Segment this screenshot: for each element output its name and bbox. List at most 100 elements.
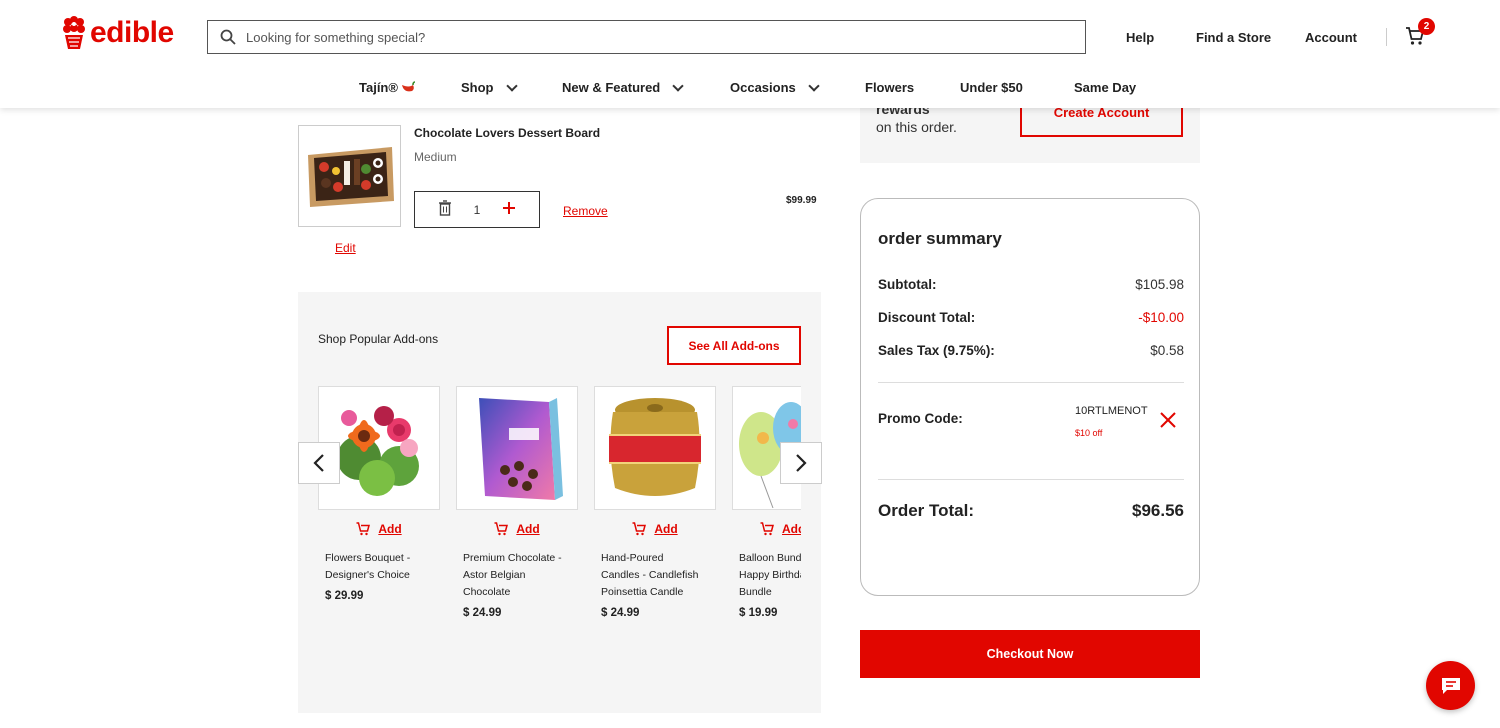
nav-item-occasions[interactable]: Occasions (730, 79, 820, 95)
product-thumbnail[interactable] (298, 125, 401, 227)
account-link[interactable]: Account (1305, 30, 1357, 45)
close-icon (1160, 412, 1176, 428)
cart-add-icon (760, 522, 774, 536)
tax-row: Sales Tax (9.75%): $0.58 (878, 343, 1184, 358)
tax-value: $0.58 (1150, 343, 1184, 358)
addon-card: Add Premium Chocolate - Astor Belgian Ch… (456, 386, 578, 619)
subtotal-label: Subtotal: (878, 277, 937, 292)
order-summary-title: order summary (878, 229, 1002, 248)
addons-section: Shop Popular Add-ons See All Add-ons Add… (298, 292, 821, 713)
nav-label-shop: Shop (461, 80, 494, 95)
chevron-down-icon (808, 79, 820, 92)
increase-quantity-button[interactable] (502, 201, 516, 218)
quantity-value: 1 (473, 202, 481, 217)
chevron-right-icon (796, 454, 807, 472)
nav-label-flowers: Flowers (865, 80, 915, 95)
order-total-row: Order Total: $96.56 (878, 501, 1184, 521)
promo-discount-note: $10 off (1075, 428, 1103, 438)
add-label: Add (516, 522, 540, 536)
discount-label: Discount Total: (878, 310, 976, 325)
addons-title: Shop Popular Add-ons (318, 332, 439, 346)
main-nav: Tajín® Shop New & Featured Occasions Flo… (0, 79, 1500, 98)
nav-item-new-featured[interactable]: New & Featured (562, 79, 684, 95)
order-total-value: $96.56 (1132, 501, 1184, 520)
addon-name: Flowers Bouquet - Designer's Choice (325, 552, 411, 581)
pineapple-logo-icon (63, 16, 85, 49)
edit-item-link[interactable]: Edit (335, 241, 356, 255)
addon-price: $ 19.99 (739, 607, 778, 619)
addon-price: $ 29.99 (325, 590, 364, 602)
nav-label-tajin: Tajín® (359, 80, 398, 95)
add-to-cart-link[interactable]: Add (318, 522, 440, 536)
add-label: Add (378, 522, 402, 536)
addon-image[interactable] (456, 386, 578, 510)
remove-promo-button[interactable] (1159, 411, 1177, 432)
add-label: Add (654, 522, 678, 536)
addon-price: $ 24.99 (601, 607, 640, 619)
trash-icon (438, 200, 451, 216)
delete-item-button[interactable] (438, 200, 452, 219)
add-label: Add (782, 522, 801, 536)
item-price: $99.99 (786, 195, 817, 206)
add-to-cart-link[interactable]: Add (594, 522, 716, 536)
chat-button[interactable] (1426, 661, 1475, 710)
header-divider (1386, 28, 1387, 46)
help-link[interactable]: Help (1126, 30, 1154, 45)
promo-code-label: Promo Code: (878, 411, 963, 426)
quantity-stepper: 1 (414, 191, 540, 228)
addon-price: $ 24.99 (463, 607, 502, 619)
plus-icon (503, 202, 516, 214)
find-store-link[interactable]: Find a Store (1196, 30, 1271, 45)
search-icon (220, 29, 236, 45)
search-input[interactable] (246, 29, 1085, 45)
nav-item-flowers[interactable]: Flowers (865, 80, 914, 95)
site-header: edible Help Find a Store Account 2 Tajín… (0, 0, 1500, 108)
cart-add-icon (356, 522, 371, 536)
subtotal-row: Subtotal: $105.98 (878, 277, 1184, 292)
addon-name: Hand-Poured Candles - Candlefish Poinset… (601, 552, 699, 598)
addon-card: Add Hand-Poured Candles - Candlefish Poi… (594, 386, 716, 619)
nav-label-occasions: Occasions (730, 80, 796, 95)
addon-image[interactable] (594, 386, 716, 510)
checkout-button[interactable]: Checkout Now (860, 630, 1200, 678)
product-size: Medium (414, 150, 457, 164)
edible-logo[interactable]: edible (62, 16, 174, 50)
nav-item-shop[interactable]: Shop (461, 79, 518, 95)
tax-label: Sales Tax (9.75%): (878, 343, 995, 358)
addon-card: Add Balloon Bundle - Happy Birthday Bund… (732, 386, 801, 619)
addon-name: Balloon Bundle - Happy Birthday Bundle (739, 552, 801, 598)
see-all-addons-button[interactable]: See All Add-ons (667, 326, 801, 365)
nav-label-under-50: Under $50 (960, 80, 1023, 95)
carousel-prev-button[interactable] (298, 442, 340, 484)
summary-divider (878, 479, 1184, 480)
chevron-down-icon (672, 79, 684, 92)
chili-pepper-icon (401, 80, 416, 91)
nav-item-tajin[interactable]: Tajín® (359, 80, 416, 95)
discount-value: -$10.00 (1138, 310, 1184, 325)
order-summary-panel: order summary Subtotal: $105.98 Discount… (860, 198, 1200, 596)
subtotal-value: $105.98 (1135, 277, 1184, 292)
product-name[interactable]: Chocolate Lovers Dessert Board (414, 126, 600, 140)
chocolate-box-image (457, 388, 577, 508)
chevron-down-icon (505, 79, 518, 92)
rewards-line-2: on this order. (876, 119, 957, 135)
chevron-left-icon (313, 454, 324, 472)
discount-row: Discount Total: -$10.00 (878, 310, 1184, 325)
addons-carousel: Add Flowers Bouquet - Designer's Choice … (318, 386, 801, 706)
add-to-cart-link[interactable]: Add (456, 522, 578, 536)
candle-jar-image (595, 388, 715, 508)
order-total-label: Order Total: (878, 501, 975, 520)
cart-add-icon (632, 522, 647, 536)
nav-item-same-day[interactable]: Same Day (1074, 80, 1136, 95)
summary-divider (878, 382, 1184, 383)
logo-text: edible (90, 16, 174, 49)
add-to-cart-link[interactable]: Add (732, 522, 801, 536)
search-bar[interactable] (207, 20, 1086, 54)
chat-icon (1441, 677, 1460, 694)
nav-item-under-50[interactable]: Under $50 (960, 80, 1023, 95)
remove-item-link[interactable]: Remove (563, 204, 608, 218)
carousel-next-button[interactable] (780, 442, 822, 484)
addon-card: Add Flowers Bouquet - Designer's Choice … (318, 386, 440, 602)
addon-name: Premium Chocolate - Astor Belgian Chocol… (463, 552, 562, 598)
cart-count-badge: 2 (1418, 18, 1435, 35)
